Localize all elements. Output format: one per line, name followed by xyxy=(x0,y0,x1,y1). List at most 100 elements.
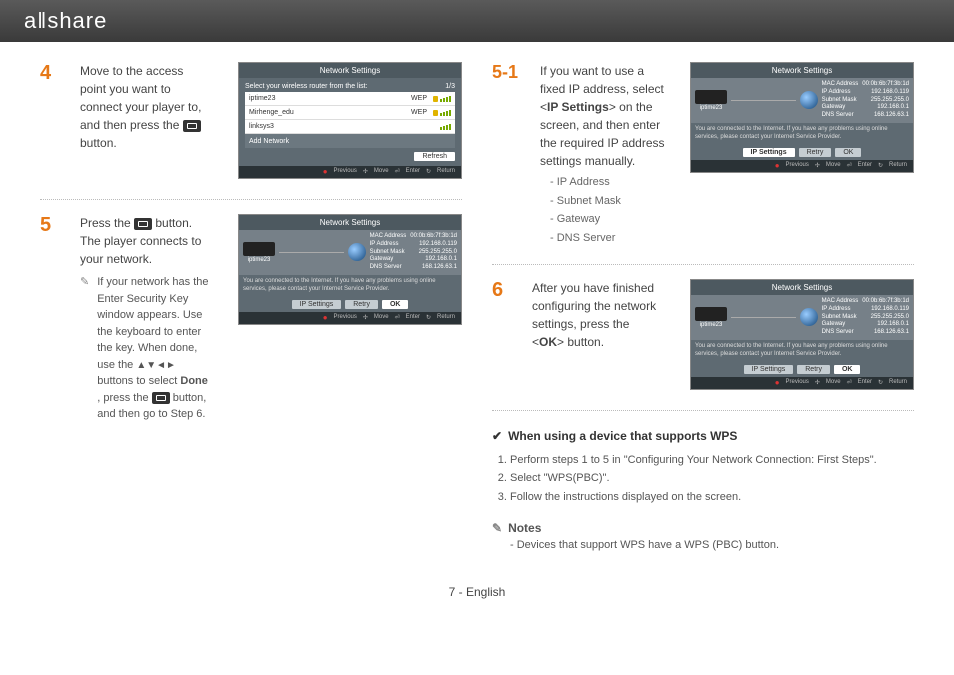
divider xyxy=(40,199,462,200)
ip-settings-button: IP Settings xyxy=(744,365,794,374)
shot-title: Network Settings xyxy=(691,280,913,295)
enter-button-icon xyxy=(134,218,152,230)
connection-line-icon xyxy=(731,100,796,101)
lock-icon xyxy=(433,96,438,102)
router-label: iptime23 xyxy=(695,105,727,111)
main-content: 4 Move to the access point you want to c… xyxy=(0,42,954,561)
ip-items: - IP Address - Subnet Mask - Gateway - D… xyxy=(550,174,670,246)
status-text: You are connected to the Internet. If yo… xyxy=(239,275,461,297)
divider xyxy=(492,410,914,411)
page-footer: 7 - English xyxy=(0,561,954,609)
step-number: 5 xyxy=(40,214,66,237)
list-item: Follow the instructions displayed on the… xyxy=(510,488,914,507)
globe-icon xyxy=(800,308,818,326)
wifi-row: Mirhenge_eduWEP xyxy=(245,106,455,120)
ip-settings-button: IP Settings xyxy=(743,148,795,157)
divider xyxy=(492,264,914,265)
network-status-shot: Network Settings iptime23 MAC Address00:… xyxy=(690,279,914,390)
globe-icon xyxy=(348,243,366,261)
step-5-1: 5-1 If you want to use a fixed IP addres… xyxy=(492,62,914,250)
text: IP Settings xyxy=(547,100,609,114)
signal-icon xyxy=(440,124,451,130)
shot-footer: ●Previous ✢Move ⏎Enter ↻Return xyxy=(239,312,461,324)
network-info: MAC Address00:0b:6b:7f:3b:1d IP Address1… xyxy=(822,81,909,120)
connection-line-icon xyxy=(731,317,796,318)
step-5: 5 Press the button. The player connects … xyxy=(40,214,462,423)
router-icon xyxy=(243,242,275,256)
screenshot-4: Network Settings Select your wireless ro… xyxy=(224,62,462,185)
router-label: iptime23 xyxy=(243,257,275,263)
globe-icon xyxy=(800,91,818,109)
shot-title: Network Settings xyxy=(239,63,461,78)
router-label: iptime23 xyxy=(695,322,727,328)
pencil-icon: ✎ xyxy=(492,521,502,535)
ip-settings-button: IP Settings xyxy=(292,300,342,309)
text: > button. xyxy=(557,335,604,349)
heading-text: When using a device that supports WPS xyxy=(508,429,737,443)
status-text: You are connected to the Internet. If yo… xyxy=(691,123,913,145)
retry-button: Retry xyxy=(797,365,830,374)
list-item: Select "WPS(PBC)". xyxy=(510,469,914,488)
notes-heading: ✎ Notes xyxy=(492,521,914,535)
arrow-icons: ▲▼◄► xyxy=(136,360,176,371)
step-6: 6 After you have finished configuring th… xyxy=(492,279,914,396)
network-list-shot: Network Settings Select your wireless ro… xyxy=(238,62,462,179)
screenshot-5: Network Settings iptime23 MAC Address00:… xyxy=(224,214,462,331)
wps-steps: Perform steps 1 to 5 in "Configuring You… xyxy=(510,451,914,507)
network-info: MAC Address00:0b:6b:7f:3b:1d IP Address1… xyxy=(370,233,457,272)
network-status-shot: Network Settings iptime23 MAC Address00:… xyxy=(690,62,914,173)
shot-footer: ●Previous ✢Move ⏎Enter ↻Return xyxy=(239,166,461,178)
step-6-text: After you have finished configuring the … xyxy=(532,279,662,351)
right-column: 5-1 If you want to use a fixed IP addres… xyxy=(492,62,914,551)
notes-body: - Devices that support WPS have a WPS (P… xyxy=(510,539,914,551)
left-column: 4 Move to the access point you want to c… xyxy=(40,62,462,551)
screenshot-5-1: Network Settings iptime23 MAC Address00:… xyxy=(684,62,914,179)
router-icon xyxy=(695,307,727,321)
text: Done xyxy=(180,375,208,387)
check-icon: ✔ xyxy=(492,429,502,443)
text: button. xyxy=(80,136,117,150)
shot-title: Network Settings xyxy=(691,63,913,78)
step-number: 5-1 xyxy=(492,62,526,83)
status-text: You are connected to the Internet. If yo… xyxy=(691,340,913,362)
connection-line-icon xyxy=(279,252,344,253)
step-4-text: Move to the access point you want to con… xyxy=(80,62,210,152)
text: , press the xyxy=(97,392,151,404)
list-page: 1/3 xyxy=(445,83,455,90)
router-icon xyxy=(695,90,727,104)
retry-button: Retry xyxy=(345,300,378,309)
retry-button: Retry xyxy=(799,148,832,157)
pencil-icon: ✎ xyxy=(80,274,89,423)
text: Press the xyxy=(80,216,134,230)
text: OK xyxy=(539,335,557,349)
wifi-row: iptime23WEP xyxy=(245,92,455,106)
step-5-text: Press the button. The player connects to… xyxy=(80,214,210,423)
signal-icon xyxy=(440,110,451,116)
step-5-1-text: If you want to use a fixed IP address, s… xyxy=(540,62,670,250)
list-head: Select your wireless router from the lis… xyxy=(245,83,368,90)
brand-logo: aǁshare xyxy=(24,8,107,34)
text: Devices that support WPS have a WPS (PBC… xyxy=(517,539,779,551)
network-info: MAC Address00:0b:6b:7f:3b:1d IP Address1… xyxy=(822,298,909,337)
shot-title: Network Settings xyxy=(239,215,461,230)
page-header: aǁshare xyxy=(0,0,954,42)
lock-icon xyxy=(433,110,438,116)
ok-button: OK xyxy=(834,365,861,374)
step-4: 4 Move to the access point you want to c… xyxy=(40,62,462,185)
text: If your network has the Enter Security K… xyxy=(97,276,208,371)
shot-footer: ●Previous ✢Move ⏎Enter ↻Return xyxy=(691,160,913,172)
step-number: 4 xyxy=(40,62,66,85)
network-status-shot: Network Settings iptime23 MAC Address00:… xyxy=(238,214,462,325)
wifi-row: linksys3 xyxy=(245,120,455,134)
shot-footer: ●Previous ✢Move ⏎Enter ↻Return xyxy=(691,377,913,389)
signal-icon xyxy=(440,96,451,102)
ok-button: OK xyxy=(382,300,409,309)
wps-heading: ✔ When using a device that supports WPS xyxy=(492,429,914,443)
wifi-row: Add Network xyxy=(245,134,455,148)
step-number: 6 xyxy=(492,279,518,302)
screenshot-6: Network Settings iptime23 MAC Address00:… xyxy=(676,279,914,396)
refresh-button: Refresh xyxy=(414,152,455,161)
enter-button-icon xyxy=(152,392,170,404)
enter-button-icon xyxy=(183,120,201,132)
text: buttons to select xyxy=(97,375,180,387)
